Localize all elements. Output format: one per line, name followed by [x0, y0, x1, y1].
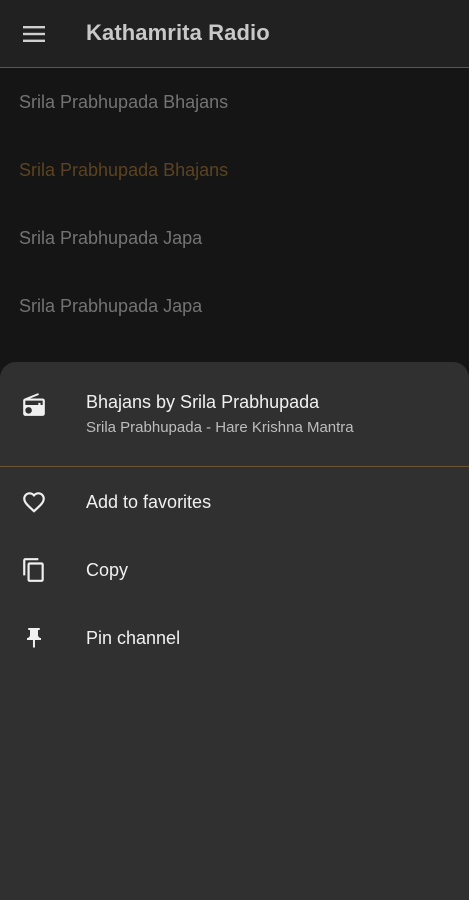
pin-channel-label: Pin channel: [86, 627, 181, 648]
add-to-favorites-button[interactable]: Add to favorites: [0, 468, 469, 536]
pin-icon: [19, 623, 49, 653]
menu-button[interactable]: [12, 12, 56, 56]
app-title: Kathamrita Radio: [86, 20, 270, 45]
heart-outline-icon: [19, 487, 49, 517]
app-bar: Kathamrita Radio: [0, 0, 469, 68]
sheet-header: Bhajans by Srila Prabhupada Srila Prabhu…: [0, 362, 469, 467]
copy-button[interactable]: Copy: [0, 536, 469, 604]
add-to-favorites-label: Add to favorites: [86, 491, 212, 512]
bottom-sheet: Bhajans by Srila Prabhupada Srila Prabhu…: [0, 362, 469, 900]
sheet-title: Bhajans by Srila Prabhupada: [86, 392, 320, 412]
hamburger-icon: [23, 26, 45, 42]
copy-label: Copy: [86, 559, 129, 580]
sheet-subtitle: Srila Prabhupada - Hare Krishna Mantra: [86, 419, 354, 436]
pin-channel-button[interactable]: Pin channel: [0, 604, 469, 672]
copy-icon: [19, 555, 49, 585]
radio-icon: [23, 393, 45, 416]
